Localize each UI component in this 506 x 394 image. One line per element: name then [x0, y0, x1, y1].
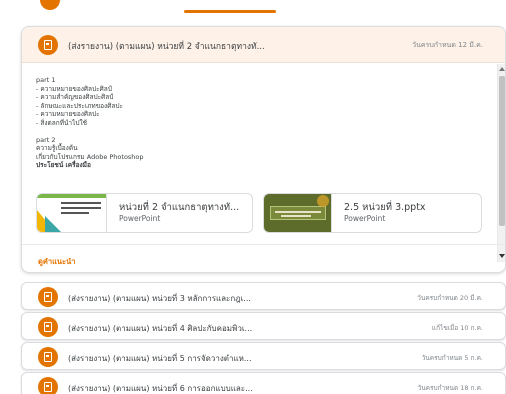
view-instructions-link[interactable]: ดูคำแนะนำ	[38, 256, 75, 268]
assignment-icon	[40, 0, 60, 10]
assignment-icon	[38, 347, 58, 367]
description-line: - ลักษณะและประเภทของศิลปะ	[36, 101, 123, 110]
attachment-card[interactable]: 2.5 หน่วยที่ 3.pptx PowerPoint	[263, 193, 482, 233]
description-line: - ความหมายของศิลปะศิลป์	[36, 84, 112, 93]
attachment-title: หน่วยที่ 2 จำแนกธาตุทางทั...	[119, 202, 240, 213]
attachment-title: 2.5 หน่วยที่ 3.pptx	[344, 202, 426, 213]
description-line: เกี่ยวกับโปรแกรม Adobe Photoshop	[36, 152, 144, 161]
assignment-title: (ส่งรายงาน) (ตามแผน) หน่วยที่ 2 จำแนกธาต…	[68, 42, 265, 52]
description-scrollbar[interactable]	[497, 64, 505, 262]
assignment-date: วันครบกำหนด 18 ก.ค.	[417, 384, 483, 392]
assignment-description: part 1 - ความหมายของศิลปะศิลป์ - ความสำค…	[22, 64, 497, 244]
assignment-row[interactable]: (ส่งรายงาน) (ตามแผน) หน่วยที่ 6 การออกแบ…	[21, 372, 506, 394]
attachment-thumbnail	[264, 194, 332, 232]
scrollbar-thumb[interactable]	[499, 76, 505, 226]
description-line: part 1	[36, 76, 56, 84]
description-line: - ความหมายของศิลปะ	[36, 110, 100, 119]
attachment-card[interactable]: หน่วยที่ 2 จำแนกธาตุทางทั... PowerPoint	[36, 193, 253, 233]
assignment-footer: ดูคำแนะนำ	[22, 244, 505, 272]
assignment-date: วันครบกำหนด 12 มี.ค.	[412, 41, 483, 49]
description-line: - ความสำคัญของศิลปะศิลป์	[36, 93, 114, 102]
assignment-date: วันครบกำหนด 5 ก.ค.	[421, 354, 483, 362]
attachment-thumbnail	[37, 194, 107, 232]
assignment-date: แก้ไขเมื่อ 10 ก.ค.	[431, 324, 483, 332]
assignment-row[interactable]: (ส่งรายงาน) (ตามแผน) หน่วยที่ 3 หลักการแ…	[21, 282, 506, 310]
assignment-icon	[38, 35, 58, 55]
description-line: - สิ่งตลกที่นำไปใช้	[36, 118, 88, 127]
scroll-up-arrow-icon[interactable]	[499, 67, 505, 71]
assignment-title: (ส่งรายงาน) (ตามแผน) หน่วยที่ 6 การออกแบ…	[68, 384, 253, 393]
assignment-row[interactable]: (ส่งรายงาน) (ตามแผน) หน่วยที่ 5 การจัดวา…	[21, 342, 506, 370]
assignment-row[interactable]: (ส่งรายงาน) (ตามแผน) หน่วยที่ 4 ศิลปะกับ…	[21, 312, 506, 340]
assignment-icon	[38, 317, 58, 337]
attachment-type: PowerPoint	[344, 214, 386, 223]
assignment-title: (ส่งรายงาน) (ตามแผน) หน่วยที่ 5 การจัดวา…	[68, 354, 252, 363]
assignment-header[interactable]: (ส่งรายงาน) (ตามแผน) หน่วยที่ 2 จำแนกธาต…	[22, 27, 505, 63]
assignment-icon	[38, 287, 58, 307]
description-line: ความรู้เบื้องต้น	[36, 144, 78, 153]
assignment-title: (ส่งรายงาน) (ตามแผน) หน่วยที่ 4 ศิลปะกับ…	[68, 324, 253, 333]
active-tab-indicator	[184, 10, 276, 13]
expanded-assignment-card: (ส่งรายงาน) (ตามแผน) หน่วยที่ 2 จำแนกธาต…	[21, 26, 506, 273]
description-line: part 2	[36, 135, 56, 144]
attachment-type: PowerPoint	[119, 214, 161, 223]
assignment-date: วันครบกำหนด 20 มี.ค.	[417, 294, 483, 302]
previous-item-stub	[0, 0, 506, 16]
description-line: ประโยชน์ เครื่องมือ	[36, 161, 91, 170]
assignment-title: (ส่งรายงาน) (ตามแผน) หน่วยที่ 3 หลักการแ…	[68, 294, 251, 303]
assignment-icon	[38, 377, 58, 394]
